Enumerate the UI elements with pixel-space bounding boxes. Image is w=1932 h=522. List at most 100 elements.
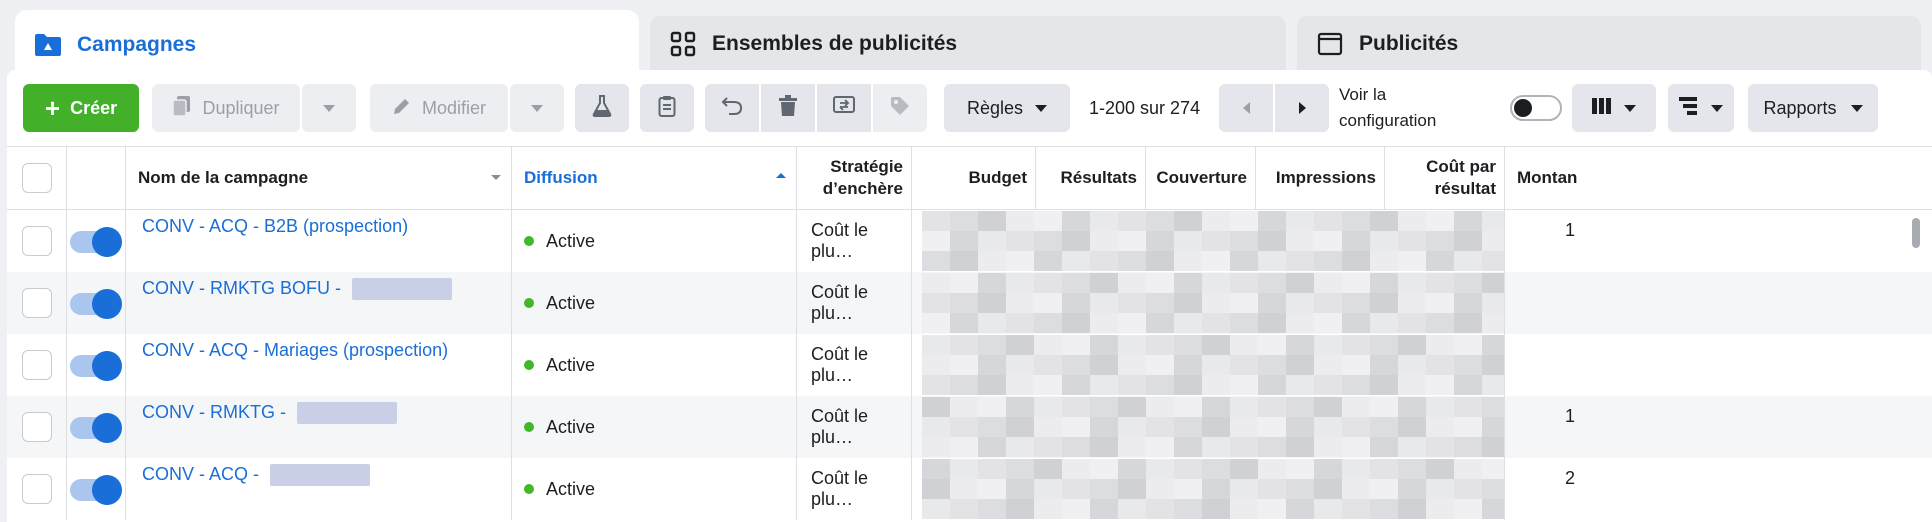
campaign-name-link[interactable]: CONV - ACQ - bbox=[142, 464, 371, 487]
rules-button[interactable]: Règles bbox=[944, 84, 1070, 132]
previous-page-button[interactable] bbox=[1219, 84, 1273, 132]
column-header-amount[interactable]: Montan bbox=[1505, 147, 1577, 209]
redacted-pixel bbox=[1006, 293, 1034, 313]
campaign-name-link[interactable]: CONV - RMKTG BOFU - bbox=[142, 278, 452, 301]
table-row[interactable]: CONV - ACQ - Mariages (prospection) Activ… bbox=[7, 334, 1932, 396]
redacted-pixel bbox=[1034, 211, 1062, 231]
status-dot bbox=[524, 422, 534, 432]
view-config-toggle[interactable] bbox=[1510, 95, 1562, 121]
table-header: Nom de la campagne Diffusion Stratégie d… bbox=[7, 146, 1932, 210]
column-header-results[interactable]: Résultats bbox=[1036, 147, 1146, 209]
columns-button[interactable] bbox=[1572, 84, 1656, 132]
redacted-pixel bbox=[1202, 479, 1230, 499]
campaign-toggle[interactable] bbox=[70, 351, 122, 381]
redacted-pixel bbox=[950, 251, 978, 271]
chevron-down-icon bbox=[323, 104, 335, 112]
redacted-pixel bbox=[1454, 459, 1482, 479]
redacted-pixel bbox=[1398, 499, 1426, 519]
column-header-name[interactable]: Nom de la campagne bbox=[126, 147, 512, 209]
amount-cell bbox=[1505, 334, 1575, 396]
redacted-pixel bbox=[1370, 273, 1398, 293]
campaign-toggle[interactable] bbox=[70, 413, 122, 443]
redacted-pixel bbox=[1062, 397, 1090, 417]
row-checkbox[interactable] bbox=[21, 350, 52, 380]
redacted-pixel bbox=[1146, 251, 1174, 271]
redacted-pixel bbox=[1230, 251, 1258, 271]
redacted-pixel bbox=[1034, 459, 1062, 479]
column-header-delivery[interactable]: Diffusion bbox=[512, 147, 797, 209]
redacted-pixel bbox=[950, 375, 978, 395]
redacted-pixel bbox=[1118, 437, 1146, 457]
redacted-pixel bbox=[1118, 293, 1146, 313]
column-header-reach[interactable]: Couverture bbox=[1146, 147, 1256, 209]
redacted-pixel bbox=[1034, 355, 1062, 375]
edit-dropdown[interactable] bbox=[510, 84, 564, 132]
redacted-pixel bbox=[1146, 211, 1174, 231]
create-button[interactable]: + Créer bbox=[23, 84, 139, 132]
table-row[interactable]: CONV - RMKTG - Active Coût le plu… 1 bbox=[7, 396, 1932, 458]
campaign-toggle[interactable] bbox=[70, 227, 122, 257]
delete-button[interactable] bbox=[761, 84, 815, 132]
redacted-pixel bbox=[1062, 437, 1090, 457]
select-all-checkbox[interactable] bbox=[21, 163, 52, 193]
redacted-pixel bbox=[1482, 479, 1504, 499]
row-checkbox[interactable] bbox=[21, 226, 52, 256]
campaign-toggle[interactable] bbox=[70, 475, 122, 505]
column-header-cost-per-result[interactable]: Coût par résultat bbox=[1385, 147, 1505, 209]
row-checkbox[interactable] bbox=[21, 474, 52, 504]
undo-icon bbox=[721, 96, 743, 121]
vertical-scrollbar[interactable] bbox=[1912, 218, 1920, 248]
tag-button[interactable] bbox=[873, 84, 927, 132]
redacted-pixel bbox=[922, 437, 950, 457]
redacted-pixel bbox=[1146, 273, 1174, 293]
delivery-cell: Active bbox=[512, 272, 797, 334]
duplicate-button[interactable]: Dupliquer bbox=[152, 84, 300, 132]
reports-button[interactable]: Rapports bbox=[1748, 84, 1878, 132]
redacted-pixel bbox=[1230, 355, 1258, 375]
view-config-label: Voir la configuration bbox=[1339, 85, 1437, 130]
breakdown-button[interactable] bbox=[1668, 84, 1734, 132]
redacted-pixel bbox=[1230, 417, 1258, 437]
undo-button[interactable] bbox=[705, 84, 759, 132]
toggle-knob bbox=[92, 475, 122, 505]
duplicate-dropdown[interactable] bbox=[302, 84, 356, 132]
clipboard-button[interactable] bbox=[640, 84, 694, 132]
redacted-pixel bbox=[1342, 355, 1370, 375]
column-header-bid-strategy[interactable]: Stratégie d’enchère bbox=[797, 147, 912, 209]
redacted-pixel bbox=[950, 355, 978, 375]
redacted-pixel bbox=[1398, 397, 1426, 417]
redacted-pixel bbox=[1174, 313, 1202, 333]
amount-value: 2 bbox=[1564, 468, 1575, 488]
redacted-pixel bbox=[1202, 355, 1230, 375]
redacted-pixel bbox=[1398, 211, 1426, 231]
redacted-pixel bbox=[922, 479, 950, 499]
campaign-name-link[interactable]: CONV - ACQ - Mariages (prospection) bbox=[142, 340, 448, 361]
redacted-pixel bbox=[1426, 375, 1454, 395]
column-header-impressions[interactable]: Impressions bbox=[1256, 147, 1385, 209]
export-button[interactable] bbox=[817, 84, 871, 132]
table-row[interactable]: CONV - ACQ - B2B (prospection) Active Coût… bbox=[7, 210, 1932, 272]
redacted-pixel bbox=[1146, 293, 1174, 313]
tab-campagnes[interactable]: Campagnes bbox=[15, 10, 639, 80]
reports-label: Rapports bbox=[1763, 97, 1837, 118]
next-page-button[interactable] bbox=[1275, 84, 1329, 132]
campaign-toggle[interactable] bbox=[70, 289, 122, 319]
table-row[interactable]: CONV - RMKTG BOFU - Active Coût le plu… bbox=[7, 272, 1932, 334]
row-checkbox[interactable] bbox=[21, 412, 52, 442]
campaign-name-link[interactable]: CONV - ACQ - B2B (prospection) bbox=[142, 216, 408, 237]
redacted-pixel bbox=[1146, 335, 1174, 355]
tab-publicites[interactable]: Publicités bbox=[1297, 16, 1921, 72]
table-row[interactable]: CONV - ACQ - Active Coût le plu… 2 bbox=[7, 458, 1932, 520]
column-header-budget[interactable]: Budget bbox=[912, 147, 1036, 209]
tab-ensembles[interactable]: Ensembles de publicités bbox=[650, 16, 1286, 72]
amount-value: 1 bbox=[1564, 220, 1575, 240]
redacted-pixel bbox=[1230, 479, 1258, 499]
edit-button[interactable]: Modifier bbox=[370, 84, 508, 132]
redacted-pixel bbox=[1286, 313, 1314, 333]
ab-test-button[interactable] bbox=[575, 84, 629, 132]
row-checkbox[interactable] bbox=[21, 288, 52, 318]
redacted-pixel bbox=[1006, 437, 1034, 457]
campaign-name-link[interactable]: CONV - RMKTG - bbox=[142, 402, 397, 425]
column-header-budget-label: Budget bbox=[968, 168, 1027, 187]
redacted-pixel bbox=[1258, 375, 1286, 395]
